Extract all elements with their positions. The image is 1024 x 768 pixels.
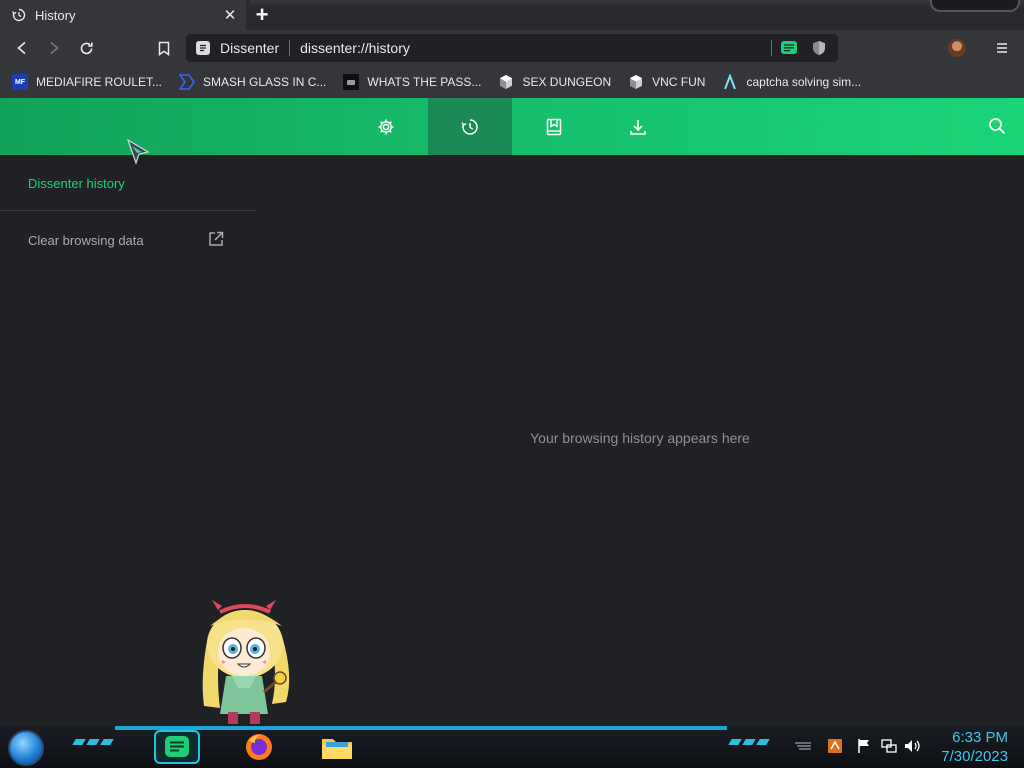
clear-browsing-data-label: Clear browsing data xyxy=(28,232,144,248)
external-link-icon xyxy=(208,231,224,250)
chevron-logo-icon xyxy=(179,74,196,90)
downloads-icon[interactable] xyxy=(596,98,680,155)
cursor-icon xyxy=(126,138,150,165)
taskbar: 6:33 PM 7/30/2023 xyxy=(0,726,1024,768)
firefox-taskbar-icon[interactable] xyxy=(236,730,282,764)
menu-icon[interactable] xyxy=(993,37,1011,59)
network-icon[interactable] xyxy=(880,737,898,755)
dissenter-taskbar-icon[interactable] xyxy=(154,730,200,764)
bookmark-item[interactable]: VNC FUN xyxy=(628,74,705,90)
cube-icon xyxy=(498,74,514,90)
forward-icon[interactable] xyxy=(43,37,65,59)
lambda-icon xyxy=(722,74,738,90)
bookmark-label: captcha solving sim... xyxy=(746,75,862,89)
history-tab-icon xyxy=(12,8,26,22)
bookmark-item[interactable]: captcha solving sim... xyxy=(722,74,861,90)
start-button[interactable] xyxy=(8,730,44,766)
back-icon[interactable] xyxy=(11,37,33,59)
tray-overflow-icon[interactable] xyxy=(794,737,812,755)
file-explorer-taskbar-icon[interactable] xyxy=(314,730,360,764)
site-label: Dissenter xyxy=(220,40,280,56)
cube-icon xyxy=(628,74,644,90)
taskbar-decoration xyxy=(72,739,116,749)
dissenter-site-icon xyxy=(196,41,210,55)
dissenter-extension-icon[interactable] xyxy=(778,37,800,59)
cartoon-character-sticker xyxy=(202,600,290,724)
bookmark-item[interactable]: MF MEDIAFIRE ROULET... xyxy=(12,74,162,90)
volume-icon[interactable] xyxy=(904,737,922,755)
tab-history[interactable]: History ✕ xyxy=(0,0,246,30)
empty-history-message: Your browsing history appears here xyxy=(530,430,750,446)
url-text[interactable]: dissenter://history xyxy=(300,40,761,56)
bookmark-label: SMASH GLASS IN C... xyxy=(203,75,327,89)
taskbar-glow-strip xyxy=(115,726,727,730)
tab-strip: History ✕ + xyxy=(0,0,1024,30)
bookmark-label: SEX DUNGEON xyxy=(522,75,612,89)
page-header xyxy=(0,98,1024,155)
bookmarks-icon[interactable] xyxy=(512,98,596,155)
bookmarks-bar: MF MEDIAFIRE ROULET... SMASH GLASS IN C.… xyxy=(0,66,1024,98)
site-chip[interactable]: Dissenter xyxy=(186,40,279,56)
window-frame-decoration xyxy=(930,0,1020,12)
history-page: Dissenter history Clear browsing data Yo… xyxy=(0,98,1024,726)
clock-time: 6:33 PM xyxy=(952,729,1008,746)
bookmark-icon[interactable] xyxy=(153,37,175,59)
dark-square-icon xyxy=(343,74,360,90)
clear-browsing-data-link[interactable]: Clear browsing data xyxy=(0,211,256,269)
toolbar: Dissenter dissenter://history xyxy=(0,30,1024,66)
side-navigation: Dissenter history Clear browsing data xyxy=(0,155,256,269)
address-bar[interactable]: Dissenter dissenter://history xyxy=(186,34,838,62)
bookmark-item[interactable]: SEX DUNGEON xyxy=(498,74,611,90)
close-icon[interactable]: ✕ xyxy=(220,5,240,25)
bookmark-item[interactable]: SMASH GLASS IN C... xyxy=(179,74,326,90)
clock-date: 7/30/2023 xyxy=(941,748,1008,765)
new-tab-button[interactable]: + xyxy=(251,4,273,26)
divider xyxy=(771,40,772,56)
bookmark-label: WHATS THE PASS... xyxy=(367,75,482,89)
shield-icon[interactable] xyxy=(808,37,830,59)
tab-title: History xyxy=(35,7,76,23)
system-clock[interactable]: 6:33 PM 7/30/2023 xyxy=(941,728,1008,766)
bookmark-label: MEDIAFIRE ROULET... xyxy=(36,75,163,89)
flag-icon[interactable] xyxy=(855,737,873,755)
bookmark-label: VNC FUN xyxy=(652,75,706,89)
divider xyxy=(289,40,291,56)
history-icon[interactable] xyxy=(428,98,512,155)
reload-icon[interactable] xyxy=(75,37,97,59)
search-icon[interactable] xyxy=(986,115,1008,137)
bookmark-item[interactable]: WHATS THE PASS... xyxy=(343,74,481,90)
avatar[interactable] xyxy=(948,39,966,57)
taskbar-decoration xyxy=(728,739,772,749)
mediafire-icon: MF xyxy=(12,74,28,90)
settings-icon[interactable] xyxy=(344,98,428,155)
app-tray-icon[interactable] xyxy=(826,737,844,755)
screen: { "tab": {"title": "History", "close_ico… xyxy=(0,0,1024,768)
